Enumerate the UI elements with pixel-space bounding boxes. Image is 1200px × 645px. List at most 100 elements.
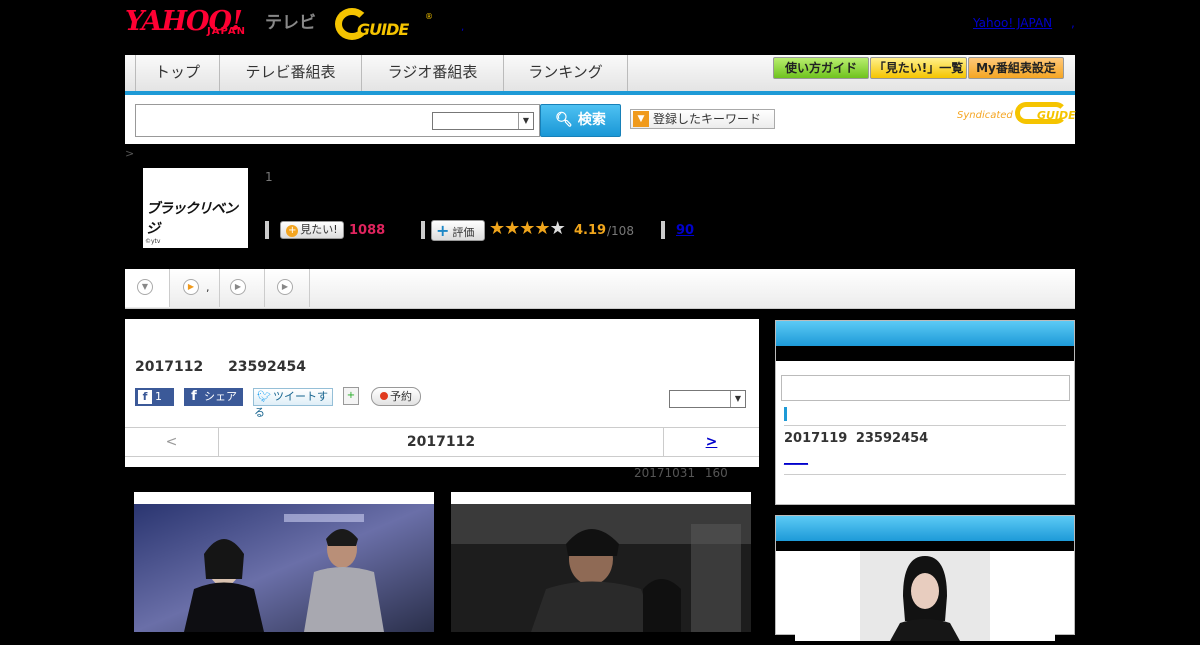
syndicated-label: Syndicated	[957, 110, 1013, 121]
triangle-down-icon: ▼	[633, 111, 649, 127]
episode-navigation: < 2017112 >	[125, 427, 759, 457]
main-nav: トップ テレビ番組表 ラジオ番組表 ランキング 使い方ガイド 「見たい!」一覧 …	[125, 55, 1075, 95]
yahoo-japan-logo: JAPAN	[207, 26, 246, 37]
star-icon: ★	[534, 218, 550, 239]
sidebar-header	[776, 321, 1074, 346]
subtab-video-label: ,	[206, 281, 210, 294]
reviews-link[interactable]: 90	[676, 223, 694, 238]
search-button[interactable]: 🔍︎ 検索	[540, 104, 621, 137]
search-bar: ▼ 🔍︎ 検索 ▼ 登録したキーワード Syndicated GUIDE	[125, 95, 1076, 144]
nav-tab-tv-listings[interactable]: テレビ番組表	[220, 55, 362, 91]
guide-button[interactable]: 使い方ガイド	[773, 57, 869, 79]
yahoo-japan-dot: ,	[1071, 16, 1075, 30]
program-logo-text: ブラックリベンジ	[146, 201, 238, 237]
subtab-info[interactable]: ▼	[125, 269, 170, 307]
nav-tab-ranking[interactable]: ランキング	[504, 55, 628, 91]
subtab-cast[interactable]: ▶	[265, 269, 310, 307]
sidebar-subheader	[776, 346, 1074, 361]
divider	[421, 221, 425, 239]
want-count: 1088	[349, 223, 386, 238]
sidebar-subheader	[776, 541, 1074, 551]
tv-logo[interactable]: テレビ	[265, 8, 316, 33]
search-button-label: 検索	[577, 112, 606, 128]
play-icon: ▶	[277, 279, 293, 295]
star-icon: ★	[519, 218, 535, 239]
cast-photo-image	[860, 551, 990, 641]
sidebar-cast-box	[775, 515, 1075, 641]
my-listing-settings-button[interactable]: My番組表設定	[968, 57, 1064, 79]
divider	[265, 221, 269, 239]
search-category-select[interactable]: ▼	[432, 112, 534, 130]
gguide-logo-text: GUIDE	[357, 20, 409, 39]
sidebar-episode-box: 2017119 23592454 ____	[775, 320, 1075, 505]
sidebar-episode-title: 2017119 23592454	[784, 431, 929, 446]
want-to-watch-label: 見たい!	[300, 223, 338, 236]
sidebar-episode-link[interactable]: ____	[784, 451, 808, 465]
gguide-logo[interactable]: GUIDE ®	[335, 6, 433, 42]
program-logo-image: ブラックリベンジ ©ytv	[143, 168, 248, 248]
cast-photo[interactable]	[795, 551, 1055, 641]
rating-stars: ★★★★★	[489, 218, 566, 239]
episode-photo[interactable]	[134, 492, 434, 632]
episode-meta: 20171031 160	[634, 466, 728, 480]
divider	[784, 474, 1066, 475]
program-info-text: 1	[265, 170, 273, 184]
syndicated-gguide-logo: GUIDE	[1037, 109, 1076, 122]
episode-photo-image	[134, 504, 434, 632]
facebook-share-label: シェア	[204, 390, 237, 403]
rating-score: 4.19	[574, 223, 607, 238]
reserve-label: 予約	[390, 390, 412, 403]
rate-button[interactable]: + 評価	[431, 220, 485, 241]
star-icon: ★	[489, 218, 505, 239]
episode-photo-image	[451, 504, 751, 632]
facebook-icon: f	[187, 390, 201, 404]
episode-panel: 2017112 23592454 f1 f シェア 🐦︎ ツイートする + 予約 ▼…	[125, 319, 759, 467]
record-icon	[380, 392, 388, 400]
facebook-share-button[interactable]: f シェア	[184, 388, 243, 406]
yahoo-japan-link[interactable]: Yahoo! JAPAN	[973, 16, 1052, 30]
breadcrumb: >	[125, 147, 135, 160]
prev-episode-button[interactable]: <	[125, 428, 219, 456]
tweet-button[interactable]: 🐦︎ ツイートする	[253, 388, 333, 419]
nav-tab-top[interactable]: トップ	[135, 55, 220, 91]
registered-mark: ®	[425, 12, 433, 21]
header-dot: ,	[461, 22, 465, 33]
facebook-like-button[interactable]: f1	[135, 388, 174, 406]
sidebar-search-field[interactable]	[781, 375, 1070, 401]
episode-date: 2017112	[406, 434, 476, 450]
chevron-down-icon: ▼	[518, 113, 533, 129]
subtab-episodes[interactable]: ▶	[220, 269, 265, 307]
plus-icon: +	[436, 221, 450, 240]
search-icon: 🔍︎	[555, 112, 573, 128]
section-marker	[784, 407, 787, 421]
episode-photo[interactable]	[451, 492, 751, 632]
episode-select[interactable]: ▼	[669, 390, 746, 408]
saved-keywords-button[interactable]: ▼ 登録したキーワード	[630, 109, 775, 129]
reserve-button[interactable]: 予約	[371, 387, 421, 406]
subtab-video[interactable]: ▶ ,	[170, 269, 220, 307]
want-list-button[interactable]: 「見たい!」一覧	[870, 57, 967, 79]
chevron-down-icon: ▼	[137, 279, 153, 295]
twitter-bird-icon: 🐦︎	[257, 390, 271, 403]
episode-title: 2017112 23592454	[135, 359, 306, 375]
add-calendar-icon[interactable]: +	[343, 387, 359, 405]
nav-tab-radio-listings[interactable]: ラジオ番組表	[362, 55, 504, 91]
rating-count: /108	[607, 224, 634, 238]
chevron-down-icon: ▼	[730, 391, 745, 407]
star-empty-icon: ★	[549, 218, 566, 239]
want-to-watch-button[interactable]: + 見たい!	[280, 221, 344, 239]
play-icon: ▶	[183, 279, 199, 295]
copyright-text: ©ytv	[145, 238, 161, 245]
program-subtabs: ▼ ▶ , ▶ ▶	[125, 269, 1075, 309]
next-episode-link[interactable]: >	[663, 428, 759, 456]
rate-label: 評価	[452, 226, 475, 239]
facebook-icon: f	[138, 390, 152, 404]
plus-icon: +	[286, 225, 299, 237]
divider	[784, 425, 1066, 426]
star-icon: ★	[504, 218, 520, 239]
facebook-like-count: 1	[155, 390, 162, 403]
sidebar-header	[776, 516, 1074, 541]
divider	[661, 221, 665, 239]
saved-keywords-label: 登録したキーワード	[653, 112, 762, 126]
play-icon: ▶	[230, 279, 246, 295]
